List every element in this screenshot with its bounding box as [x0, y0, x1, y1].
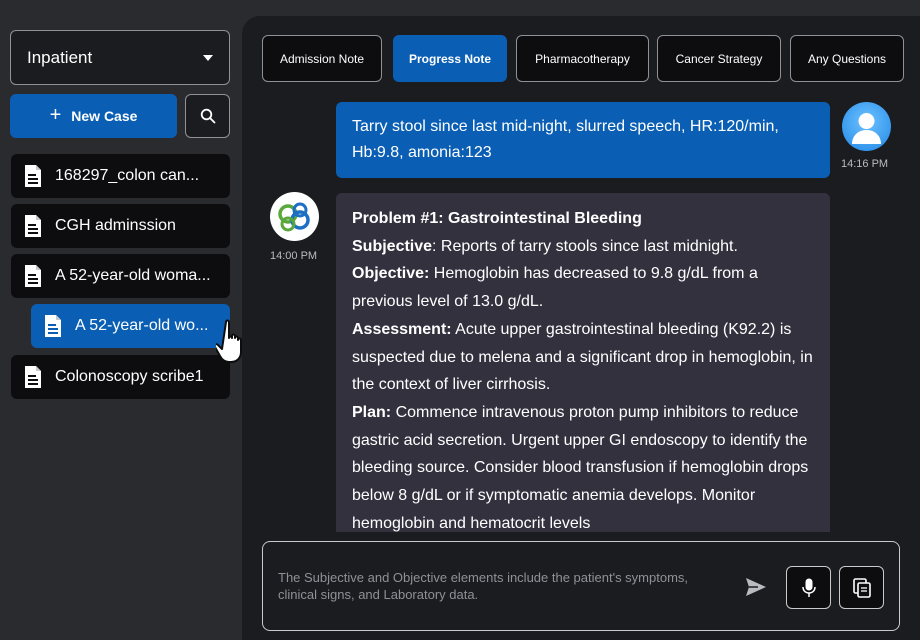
tab-pharmacotherapy[interactable]: Pharmacotherapy [516, 35, 649, 82]
user-timestamp: 14:16 PM [841, 158, 889, 170]
case-item-label: A 52-year-old woma... [55, 267, 211, 284]
tab-cancer-strategy[interactable]: Cancer Strategy [657, 35, 781, 82]
send-icon [746, 578, 766, 596]
case-item[interactable]: Colonoscopy scribe1 [11, 355, 230, 399]
main-panel: Admission Note Progress Note Pharmacothe… [242, 16, 920, 640]
document-icon [25, 366, 41, 388]
tab-label: Pharmacotherapy [535, 51, 630, 66]
problem-heading: Problem #1: Gastrointestinal Bleeding [352, 210, 642, 227]
tab-label: Any Questions [807, 51, 887, 66]
document-icon [25, 265, 41, 287]
assistant-timestamp: 14:00 PM [270, 250, 318, 262]
case-item-label: CGH adminssion [55, 217, 176, 234]
assistant-avatar [270, 192, 319, 241]
assistant-message: Problem #1: Gastrointestinal Bleeding Su… [336, 193, 830, 532]
assistant-paragraph: Plan: Commence intravenous proton pump i… [352, 399, 814, 532]
user-avatar [842, 102, 891, 151]
document-icon [25, 215, 41, 237]
document-icon [25, 165, 41, 187]
section-heading: Subjective [352, 237, 433, 255]
case-item[interactable]: A 52-year-old woma... [11, 254, 230, 298]
search-button[interactable] [185, 94, 230, 138]
message-input-box[interactable]: The Subjective and Objective elements in… [262, 541, 900, 631]
tab-label: Cancer Strategy [675, 51, 763, 66]
assistant-paragraph: Objective: Hemoglobin has decreased to 9… [352, 260, 814, 315]
section-heading: Plan: [352, 403, 392, 421]
chevron-down-icon [203, 54, 213, 61]
tab-label: Admission Note [279, 51, 365, 66]
search-icon [200, 108, 215, 124]
case-item-label: Colonoscopy scribe1 [55, 368, 204, 385]
send-button[interactable] [741, 572, 771, 602]
microphone-button[interactable] [786, 566, 831, 609]
mode-select[interactable]: Inpatient [10, 30, 230, 85]
mode-select-value: Inpatient [27, 47, 93, 67]
sidebar: Inpatient + New Case 168297_colon can... [0, 0, 242, 640]
message-input[interactable]: The Subjective and Objective elements in… [278, 570, 718, 603]
case-item-label: 168297_colon can... [55, 167, 200, 184]
section-text: : Reports of tarry stools since last mid… [432, 237, 738, 255]
document-edit-icon [45, 315, 61, 337]
new-case-button[interactable]: + New Case [10, 94, 177, 138]
assistant-paragraph: Subjective: Reports of tarry stools sinc… [352, 233, 814, 261]
assistant-paragraph: Assessment: Acute upper gastrointestinal… [352, 316, 814, 399]
assistant-logo-icon [272, 194, 317, 239]
plus-icon: + [49, 104, 62, 126]
copy-button[interactable] [839, 566, 884, 609]
tab-admission-note[interactable]: Admission Note [262, 35, 382, 82]
case-item-active[interactable]: A 52-year-old wo... [31, 304, 230, 348]
case-item[interactable]: CGH adminssion [11, 204, 230, 248]
section-heading: Objective: [352, 265, 430, 283]
microphone-icon [801, 578, 816, 597]
chat-area[interactable]: Tarry stool since last mid-night, slurre… [242, 96, 920, 532]
case-item-label: A 52-year-old wo... [75, 317, 209, 334]
user-message: Tarry stool since last mid-night, slurre… [336, 102, 830, 178]
user-icon [852, 113, 881, 144]
section-heading: Assessment: [352, 320, 452, 338]
tab-progress-note[interactable]: Progress Note [393, 35, 507, 82]
assistant-paragraph: Problem #1: Gastrointestinal Bleeding [352, 205, 814, 233]
case-item[interactable]: 168297_colon can... [11, 154, 230, 198]
section-text: Commence intravenous proton pump inhibit… [352, 403, 809, 532]
tab-any-questions[interactable]: Any Questions [790, 35, 904, 82]
new-case-label: New Case [71, 108, 138, 124]
tab-label: Progress Note [408, 51, 492, 66]
copy-icon [852, 577, 871, 598]
